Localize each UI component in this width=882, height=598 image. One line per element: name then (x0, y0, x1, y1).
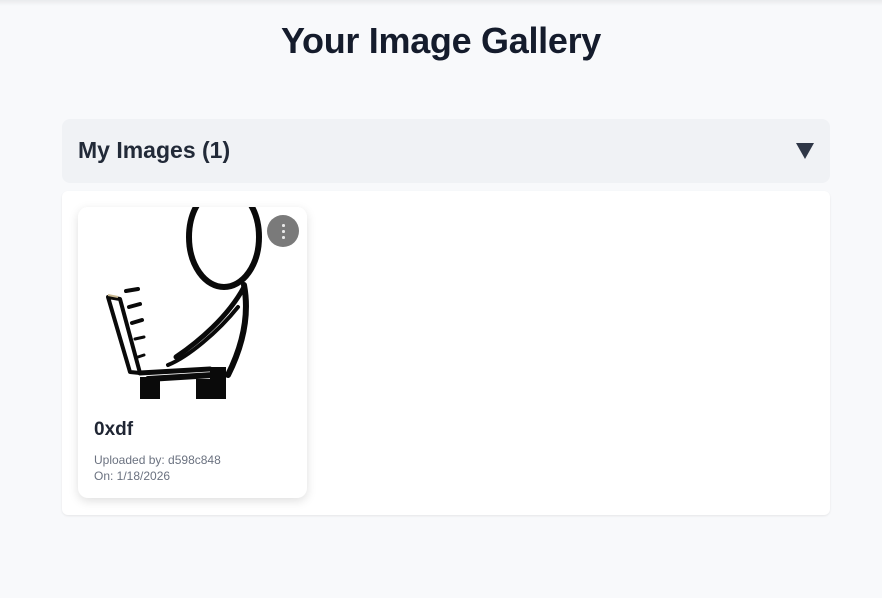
triangle-down-icon (796, 143, 814, 159)
image-uploader: Uploaded by: d598c848 (94, 453, 221, 467)
image-card[interactable]: 0xdf Uploaded by: d598c848 On: 1/18/2026 (78, 207, 307, 498)
vertical-ellipsis-dot (282, 230, 285, 233)
section-title: My Images (1) (78, 137, 231, 163)
images-panel: 0xdf Uploaded by: d598c848 On: 1/18/2026 (62, 191, 830, 515)
top-shadow (0, 0, 882, 6)
image-upload-date: On: 1/18/2026 (94, 469, 171, 483)
vertical-ellipsis-icon (282, 224, 285, 227)
my-images-section-toggle[interactable]: My Images (1) (62, 119, 830, 183)
image-name: 0xdf (94, 419, 134, 440)
image-thumbnail[interactable] (78, 207, 307, 399)
page-title: Your Image Gallery (280, 20, 602, 61)
image-options-button[interactable] (267, 215, 299, 247)
vertical-ellipsis-dot (282, 236, 285, 239)
